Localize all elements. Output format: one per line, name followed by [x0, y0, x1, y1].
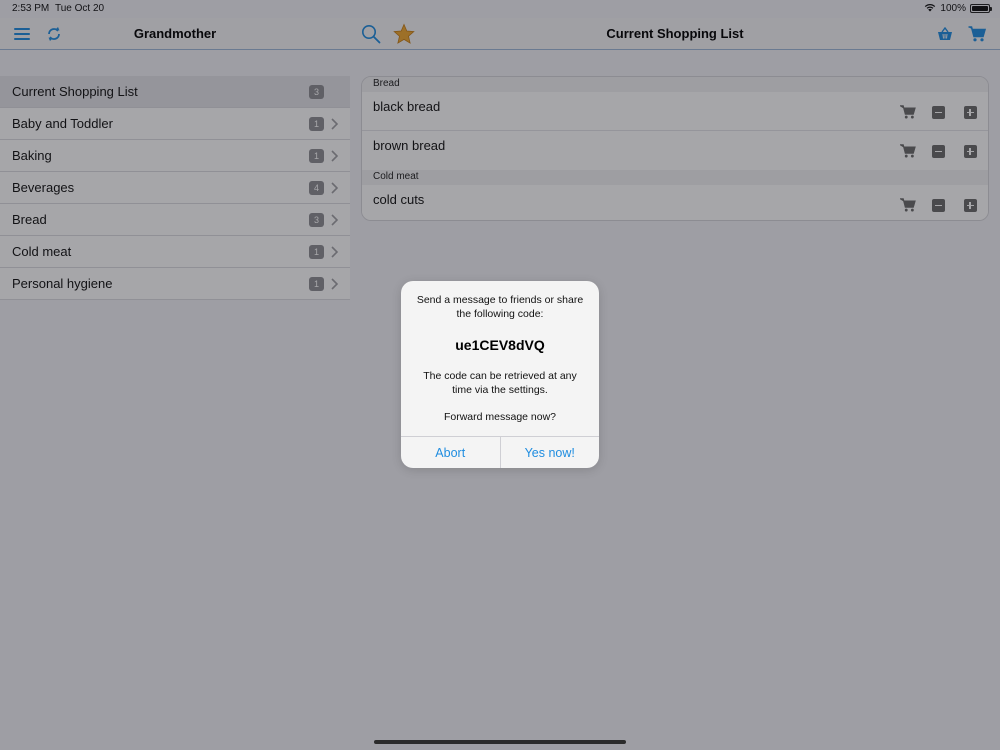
share-code: ue1CEV8dVQ [455, 337, 545, 353]
dialog-question: Forward message now? [443, 411, 557, 423]
confirm-button[interactable]: Yes now! [499, 437, 600, 468]
share-code-dialog: Send a message to friends or share the f… [401, 281, 599, 468]
app: 2:53 PM Tue Oct 20 100% Grandmother Curr… [0, 0, 1000, 750]
dialog-message: Send a message to friends or share the f… [416, 294, 584, 320]
abort-button[interactable]: Abort [401, 437, 500, 468]
dialog-buttons: Abort Yes now! [401, 436, 599, 468]
dialog-info: The code can be retrieved at any time vi… [423, 370, 577, 396]
home-indicator [374, 740, 626, 744]
